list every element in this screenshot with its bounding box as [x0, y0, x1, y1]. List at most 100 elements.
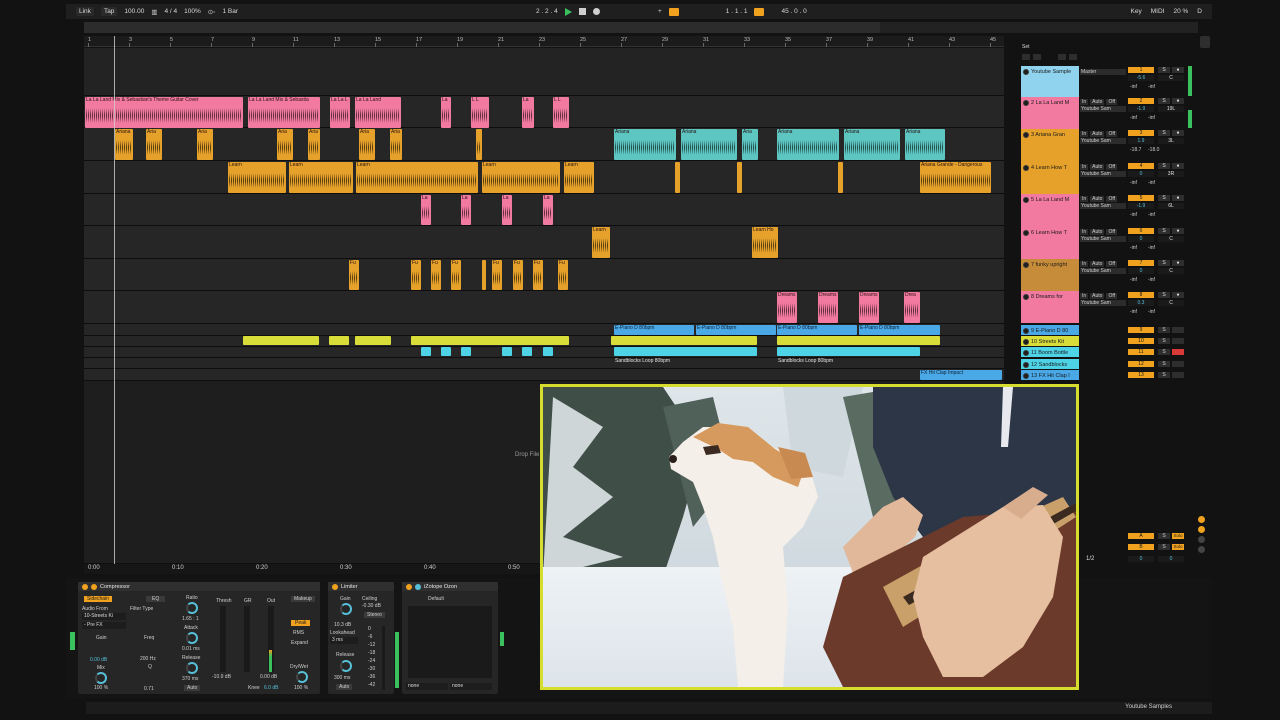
clip-la[interactable]: La — [461, 195, 471, 225]
clip-dreams[interactable]: Dreams — [859, 292, 879, 323]
quantize-select[interactable]: 1 Bar — [223, 8, 239, 15]
monitor-in-button[interactable]: In — [1080, 99, 1089, 105]
track-header[interactable]: 12 Sandblocks — [1021, 359, 1079, 369]
track-header[interactable]: 11 Boom Bottle — [1021, 347, 1079, 357]
clip-learn[interactable] — [675, 162, 680, 193]
limiter-device[interactable]: Limiter Gain 10.3 dB Ceiling -0.30 dB St… — [328, 582, 394, 694]
ratio-value[interactable]: 1.65 : 1 — [182, 616, 199, 622]
arm-button[interactable]: ● — [1172, 130, 1184, 136]
circle-button-icon[interactable] — [1198, 536, 1205, 543]
track-name[interactable]: 10 Streets Kit — [1031, 339, 1064, 345]
zoom-field[interactable]: 100% — [184, 8, 201, 15]
clip-pink[interactable]: La La Land Mix & Sebastian's Theme Guita… — [85, 97, 243, 128]
pan-value[interactable]: C — [1158, 236, 1184, 242]
track-number[interactable]: 8 — [1128, 292, 1154, 298]
ratio-knob[interactable] — [186, 602, 198, 614]
lookahead-select[interactable]: 3 ms — [330, 637, 358, 644]
return-track-a[interactable]: A S Solo — [1128, 533, 1186, 541]
volume-value[interactable]: -1.9 — [1128, 203, 1154, 209]
clip-funky[interactable]: Fu — [451, 260, 461, 290]
track-number[interactable]: 6 — [1128, 228, 1154, 234]
arm-button[interactable]: ● — [1172, 292, 1184, 298]
knee-value[interactable]: 6.0 dB — [264, 685, 278, 691]
clip-funky[interactable]: Fu — [411, 260, 421, 290]
plugin-display[interactable] — [408, 606, 492, 678]
power-icon[interactable] — [91, 583, 97, 590]
rms-button[interactable]: RMS — [293, 630, 304, 636]
track-header[interactable]: 9 E-Piano D 80 — [1021, 325, 1079, 335]
track-lane-6[interactable] — [84, 226, 1004, 259]
preset-select[interactable]: Default — [428, 596, 444, 602]
arm-button[interactable] — [1172, 361, 1184, 367]
track-activator-icon[interactable] — [1023, 69, 1029, 75]
monitor-auto-button[interactable]: Auto — [1090, 164, 1105, 170]
key-map-button[interactable]: Key — [1131, 8, 1142, 15]
expand-button[interactable]: Expand — [291, 640, 308, 646]
track-activator-icon[interactable] — [1023, 132, 1029, 138]
release-knob[interactable] — [340, 660, 352, 672]
pan-value[interactable]: 19L — [1158, 106, 1184, 112]
track-activator-icon[interactable] — [1023, 100, 1029, 106]
track-header[interactable]: 13 FX Hit Clap I — [1021, 370, 1079, 380]
track-header[interactable]: 8 Dreams for — [1021, 291, 1079, 323]
auto-release-button[interactable]: Auto — [184, 685, 201, 691]
midi-map-button[interactable]: MIDI — [1151, 8, 1165, 15]
clip-streets-kit[interactable] — [243, 336, 319, 345]
clip-la[interactable]: La — [502, 195, 512, 225]
monitor-in-button[interactable]: In — [1080, 164, 1089, 170]
monitor-in-button[interactable]: In — [1080, 196, 1089, 202]
solo-button[interactable]: S — [1158, 338, 1170, 344]
monitor-off-button[interactable]: Off — [1106, 293, 1118, 299]
track-name[interactable]: 4 Learn How T — [1031, 165, 1067, 171]
track-activator-icon[interactable] — [1023, 338, 1029, 345]
track-activator-icon[interactable] — [1023, 327, 1029, 334]
clip-funky[interactable]: Fu — [492, 260, 502, 290]
drywet-knob[interactable] — [296, 671, 308, 683]
eq-toggle[interactable]: EQ — [146, 596, 166, 602]
track-number[interactable]: 1 — [1128, 67, 1154, 73]
clip-la[interactable]: La — [543, 195, 553, 225]
volume-value[interactable]: 0 — [1128, 236, 1154, 242]
solo-button[interactable]: S — [1158, 292, 1170, 298]
track-header[interactable]: Youtube Sample — [1021, 66, 1079, 97]
clip-boom-bottle[interactable] — [522, 347, 532, 356]
clip-dreams[interactable]: Dreams — [777, 292, 797, 323]
track-activator-icon[interactable] — [1023, 294, 1029, 300]
track-header[interactable]: 7 funky upright — [1021, 259, 1079, 291]
track-header[interactable]: 4 Learn How T — [1021, 162, 1079, 194]
freq-value[interactable]: 200 Hz — [140, 656, 156, 662]
clip-ariana-teal[interactable]: Ariana — [844, 129, 900, 160]
power-icon[interactable] — [406, 583, 412, 590]
arm-button[interactable]: ● — [1172, 67, 1184, 73]
clip-funky[interactable]: Fu — [558, 260, 568, 290]
gain-value[interactable]: 0.00 dB — [90, 657, 107, 663]
gain-knob[interactable] — [340, 603, 352, 615]
monitor-off-button[interactable]: Off — [1106, 99, 1118, 105]
monitor-off-button[interactable]: Off — [1106, 196, 1118, 202]
metronome-icon[interactable]: ▥ — [151, 8, 157, 16]
solo-button[interactable]: S — [1158, 195, 1170, 201]
clip-ariana[interactable]: Aria — [359, 129, 375, 160]
thresh-slider[interactable] — [220, 606, 226, 672]
monitor-auto-button[interactable]: Auto — [1090, 261, 1105, 267]
arrangement-position[interactable]: 2 . 2 . 4 — [536, 8, 558, 15]
monitor-in-button[interactable]: In — [1080, 229, 1089, 235]
thresh-value[interactable]: -10.9 dB — [212, 674, 231, 680]
clip-pink[interactable]: La — [522, 97, 534, 128]
makeup-button[interactable]: Makeup — [291, 596, 315, 602]
peak-button[interactable]: Peak — [291, 620, 311, 626]
clip-learn-how[interactable]: Learn Ho — [752, 227, 778, 258]
clip-ariana[interactable]: Aria — [390, 129, 402, 160]
clip-epiano[interactable]: E-Piano D 80bpm — [614, 325, 694, 335]
track-name[interactable]: 6 Learn How T — [1031, 230, 1067, 236]
pan-value[interactable]: 3L — [1158, 138, 1184, 144]
track-header[interactable]: 2 La La Land M — [1021, 97, 1079, 129]
arm-button[interactable]: ● — [1172, 195, 1184, 201]
tap-button[interactable]: Tap — [100, 7, 118, 16]
stereo-button[interactable]: Stereo — [364, 612, 385, 618]
solo-button[interactable]: S — [1158, 130, 1170, 136]
master-lane[interactable] — [84, 48, 1004, 96]
stop-icon[interactable] — [578, 8, 586, 15]
output-routing-select[interactable]: Youtube Sam — [1080, 138, 1126, 144]
track-name[interactable]: 8 Dreams for — [1031, 294, 1063, 300]
